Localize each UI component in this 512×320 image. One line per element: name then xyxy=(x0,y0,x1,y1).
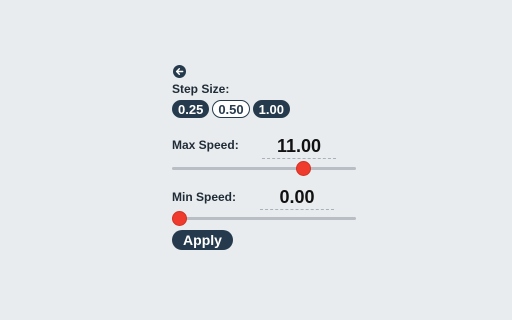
step-option-0-50[interactable]: 0.50 xyxy=(212,100,250,118)
step-size-options: 0.25 0.50 1.00 xyxy=(172,100,290,118)
max-speed-slider-thumb[interactable] xyxy=(295,161,311,176)
back-button[interactable] xyxy=(173,65,186,78)
min-speed-value-underline xyxy=(260,209,334,210)
max-speed-value: 11.00 xyxy=(276,136,322,156)
max-speed-slider[interactable] xyxy=(172,161,356,176)
min-speed-slider[interactable] xyxy=(172,211,356,226)
min-speed-value: 0.00 xyxy=(279,187,315,207)
speed-settings-panel: Step Size: 0.25 0.50 1.00 Max Speed: 11.… xyxy=(172,64,362,254)
step-option-1-00[interactable]: 1.00 xyxy=(252,100,290,118)
apply-button[interactable]: Apply xyxy=(172,230,233,250)
min-speed-slider-thumb[interactable] xyxy=(172,211,188,226)
step-option-0-25[interactable]: 0.25 xyxy=(172,100,210,118)
max-speed-label: Max Speed: xyxy=(172,138,239,152)
step-size-label: Step Size: xyxy=(172,82,230,96)
max-speed-value-underline xyxy=(262,158,336,159)
arrow-left-icon xyxy=(175,68,184,75)
min-speed-label: Min Speed: xyxy=(172,190,237,204)
